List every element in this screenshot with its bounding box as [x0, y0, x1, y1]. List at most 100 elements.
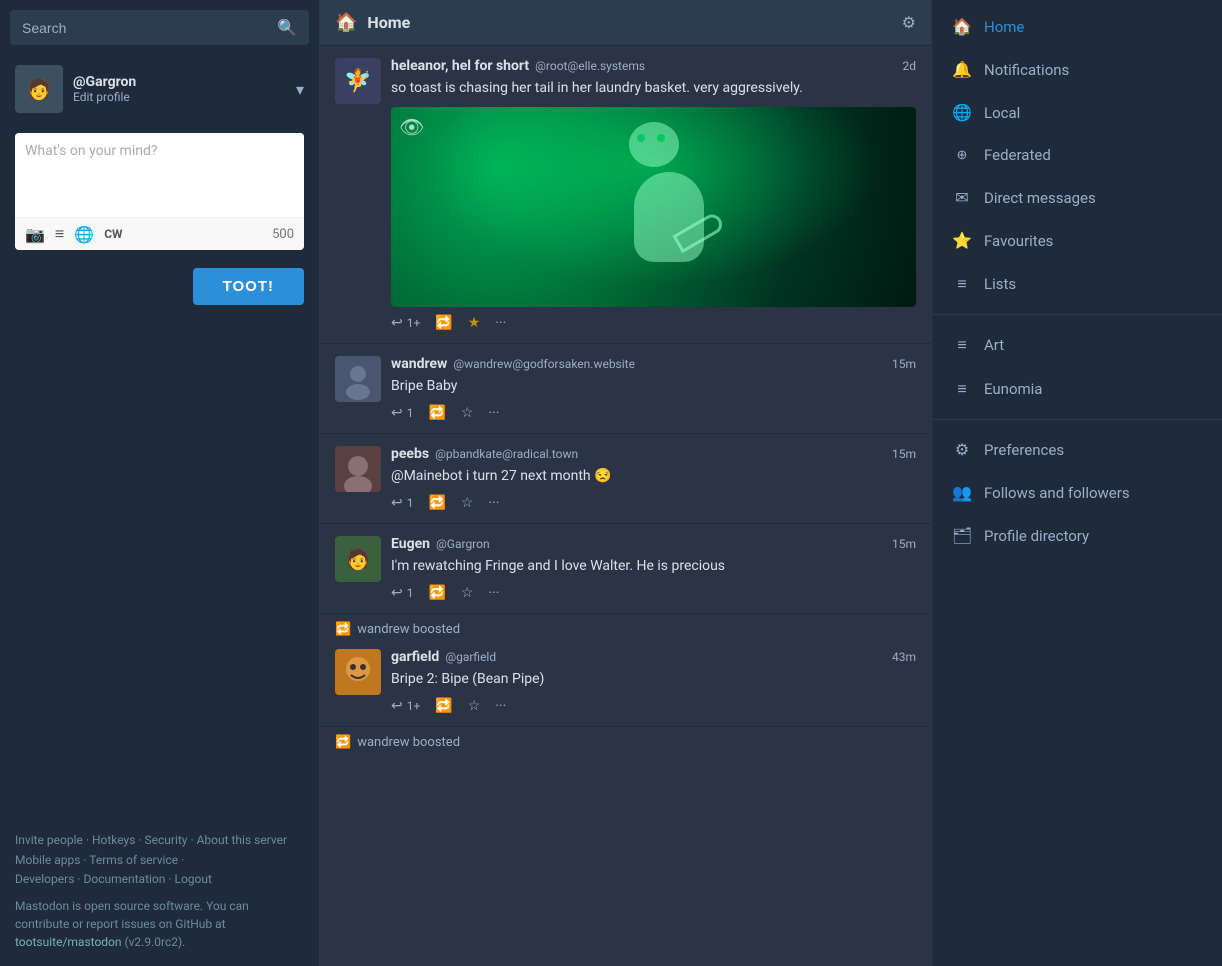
- reply-count: 1+: [407, 316, 421, 330]
- reply-button[interactable]: ↩ 1+: [391, 315, 420, 331]
- favourite-button[interactable]: ☆: [468, 698, 481, 714]
- boost-button[interactable]: 🔁: [428, 585, 445, 601]
- boost-button[interactable]: 🔁: [428, 405, 445, 421]
- post-author-name: heleanor, hel for short: [391, 58, 529, 74]
- favourite-button[interactable]: ☆: [461, 495, 474, 511]
- favourite-button[interactable]: ☆: [461, 405, 474, 421]
- profile-info: @Gargron Edit profile: [73, 74, 286, 104]
- reply-button[interactable]: ↩ 1: [391, 405, 413, 421]
- boost-button[interactable]: 🔁: [435, 315, 452, 331]
- reply-icon: ↩: [391, 405, 403, 421]
- home-icon: 🏠: [335, 12, 357, 33]
- about-server-link[interactable]: About this server: [197, 833, 287, 847]
- avatar: 🧑: [335, 536, 381, 582]
- home-nav-icon: 🏠: [952, 17, 972, 36]
- post-content: peebs @pbandkate@radical.town 15m @Maine…: [391, 446, 916, 511]
- sidebar-item-favourites[interactable]: ⭐ Favourites: [932, 219, 1222, 262]
- boost-activity-icon-2: 🔁: [335, 735, 351, 750]
- sidebar-item-lists[interactable]: ≡ Lists: [932, 262, 1222, 306]
- profile-section[interactable]: 🧑 @Gargron Edit profile ▾: [0, 55, 319, 123]
- mastodon-info: Mastodon is open source software. You ca…: [15, 897, 304, 951]
- feed-scroll[interactable]: 🧚 heleanor, hel for short @root@elle.sys…: [320, 46, 931, 966]
- invite-people-link[interactable]: Invite people: [15, 833, 83, 847]
- post-author-handle: @wandrew@godforsaken.website: [453, 357, 635, 371]
- favourite-button[interactable]: ★: [468, 315, 481, 331]
- logout-link[interactable]: Logout: [174, 872, 211, 886]
- edit-profile-link[interactable]: Edit profile: [73, 90, 286, 104]
- booster-name-2: wandrew boosted: [357, 735, 460, 750]
- feed-title: Home: [367, 13, 891, 32]
- compose-box: 📷 ≡ 🌐 CW 500: [15, 133, 304, 250]
- star-icon: ★: [468, 315, 481, 331]
- right-nav: 🏠 Home 🔔 Notifications 🌐 Local ⊕ Federat…: [932, 0, 1222, 562]
- post-header: heleanor, hel for short @root@elle.syste…: [391, 58, 916, 74]
- favourite-button[interactable]: ☆: [461, 585, 474, 601]
- github-link[interactable]: tootsuite/mastodon: [15, 935, 122, 949]
- sidebar-item-preferences[interactable]: ⚙ Preferences: [932, 428, 1222, 471]
- reply-button[interactable]: ↩ 1: [391, 495, 413, 511]
- reply-count: 1: [407, 406, 414, 420]
- sidebar-item-notifications[interactable]: 🔔 Notifications: [932, 48, 1222, 91]
- globe-icon[interactable]: 🌐: [74, 225, 94, 244]
- more-button[interactable]: ···: [488, 405, 499, 421]
- cw-button[interactable]: CW: [104, 227, 122, 241]
- favourites-nav-icon: ⭐: [952, 231, 972, 250]
- more-button[interactable]: ···: [495, 315, 506, 331]
- art-nav-label: Art: [984, 336, 1004, 354]
- more-icon: ···: [488, 495, 499, 511]
- star-icon: ☆: [468, 698, 481, 714]
- terms-link[interactable]: Terms of service: [89, 853, 178, 867]
- left-sidebar: 🔍 🧑 @Gargron Edit profile ▾ 📷 ≡ 🌐 CW 500…: [0, 0, 320, 966]
- sidebar-item-federated[interactable]: ⊕ Federated: [932, 134, 1222, 176]
- mobile-apps-link[interactable]: Mobile apps: [15, 853, 80, 867]
- nav-divider-1: [932, 314, 1222, 315]
- boost-button[interactable]: 🔁: [435, 698, 452, 714]
- feed-settings-icon[interactable]: ⚙: [902, 13, 916, 32]
- post-image[interactable]: 👁: [391, 107, 916, 307]
- documentation-link[interactable]: Documentation: [83, 872, 165, 886]
- sidebar-item-home[interactable]: 🏠 Home: [932, 5, 1222, 48]
- sidebar-item-follows-followers[interactable]: 👥 Follows and followers: [932, 471, 1222, 514]
- avatar: [335, 446, 381, 492]
- boost-icon: 🔁: [428, 495, 445, 511]
- image-attach-icon[interactable]: 📷: [25, 225, 45, 244]
- sidebar-item-eunomia[interactable]: ≡ Eunomia: [932, 367, 1222, 411]
- post-time: 43m: [892, 650, 916, 664]
- boost-button[interactable]: 🔁: [428, 495, 445, 511]
- post-actions: ↩ 1+ 🔁 ☆ ···: [391, 698, 916, 714]
- toot-button[interactable]: TOOT!: [193, 268, 304, 305]
- post-content: Eugen @Gargron 15m I'm rewatching Fringe…: [391, 536, 916, 601]
- search-bar[interactable]: 🔍: [10, 10, 309, 45]
- avatar: 🧑: [15, 65, 63, 113]
- more-icon: ···: [488, 585, 499, 601]
- reply-icon: ↩: [391, 315, 403, 331]
- feed-header: 🏠 Home ⚙: [320, 0, 931, 46]
- more-button[interactable]: ···: [495, 698, 506, 714]
- sidebar-item-art[interactable]: ≡ Art: [932, 323, 1222, 367]
- sidebar-footer: Invite people · Hotkeys · Security · Abo…: [0, 816, 319, 966]
- search-icon[interactable]: 🔍: [277, 18, 297, 37]
- reply-count: 1+: [407, 699, 421, 713]
- reply-button[interactable]: ↩ 1: [391, 585, 413, 601]
- sidebar-item-local[interactable]: 🌐 Local: [932, 91, 1222, 134]
- more-button[interactable]: ···: [488, 495, 499, 511]
- boost-icon: 🔁: [428, 585, 445, 601]
- table-row: garfield @garfield 43m Bripe 2: Bipe (Be…: [320, 637, 931, 727]
- search-input[interactable]: [22, 20, 269, 36]
- more-icon: ···: [495, 698, 506, 714]
- more-button[interactable]: ···: [488, 585, 499, 601]
- hotkeys-link[interactable]: Hotkeys: [92, 833, 135, 847]
- list-icon[interactable]: ≡: [55, 224, 64, 244]
- security-link[interactable]: Security: [145, 833, 188, 847]
- sidebar-item-profile-directory[interactable]: 🗂 Profile directory: [932, 514, 1222, 557]
- profile-username: @Gargron: [73, 74, 286, 90]
- compose-textarea[interactable]: [15, 133, 304, 213]
- profile-dropdown-icon[interactable]: ▾: [296, 80, 304, 99]
- compose-toolbar: 📷 ≡ 🌐 CW 500: [15, 217, 304, 250]
- developers-link[interactable]: Developers: [15, 872, 74, 886]
- star-icon: ☆: [461, 585, 474, 601]
- avatar: [335, 649, 381, 695]
- home-nav-label: Home: [984, 18, 1024, 36]
- reply-button[interactable]: ↩ 1+: [391, 698, 420, 714]
- sidebar-item-direct-messages[interactable]: ✉ Direct messages: [932, 176, 1222, 219]
